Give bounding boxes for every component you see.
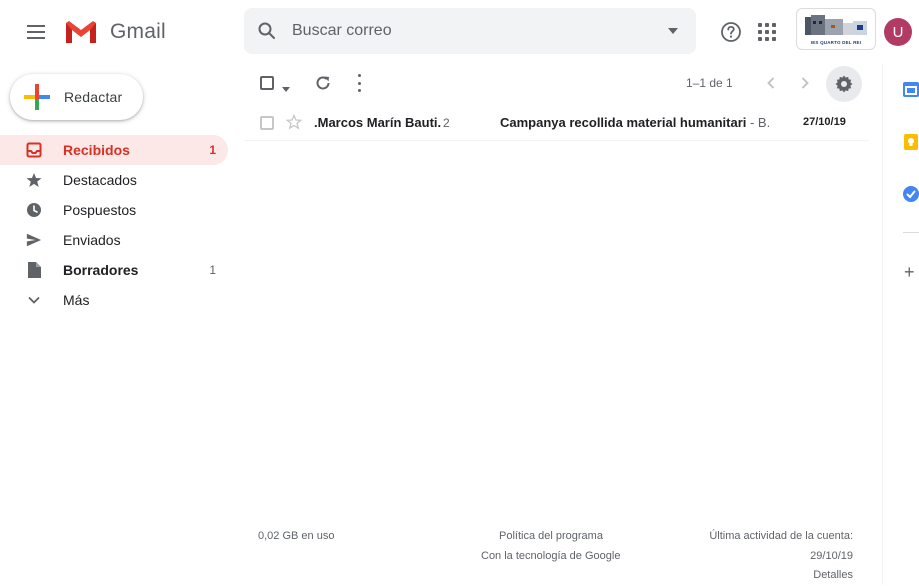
apps-grid-icon[interactable] <box>753 18 781 46</box>
next-page-icon[interactable] <box>796 74 814 92</box>
account-avatar[interactable]: U <box>884 18 912 46</box>
email-row[interactable]: .Marcos Marín Bauti. 2 Campanya recollid… <box>244 105 869 141</box>
app-name: Gmail <box>110 20 166 43</box>
storage-usage[interactable]: 0,02 GB en uso <box>258 530 334 542</box>
star-icon <box>26 172 42 188</box>
keep-icon[interactable] <box>903 134 919 150</box>
compose-plus-icon <box>10 74 64 120</box>
email-subject-line: Campanya recollida material humanitari -… <box>500 115 770 130</box>
nav-label: Borradores <box>63 262 139 278</box>
compose-button[interactable]: Redactar <box>10 74 143 120</box>
search-input[interactable] <box>290 21 650 41</box>
select-all-checkbox[interactable] <box>260 76 274 90</box>
nav-item-inbox[interactable]: Recibidos 1 <box>0 135 228 165</box>
previous-page-icon[interactable] <box>762 74 780 92</box>
draft-count: 1 <box>209 263 216 277</box>
side-panel-divider <box>903 232 919 233</box>
nav-item-starred[interactable]: Destacados <box>0 165 228 195</box>
compose-label: Redactar <box>64 89 123 105</box>
add-addon-icon[interactable]: + <box>904 263 915 281</box>
search-options-icon[interactable] <box>650 8 696 54</box>
page-footer: 0,02 GB en uso Política del programa Con… <box>244 526 869 586</box>
side-panel: + <box>882 64 919 585</box>
program-policy-link[interactable]: Política del programa <box>499 530 603 542</box>
tasks-icon[interactable] <box>903 186 919 202</box>
refresh-icon[interactable] <box>314 74 332 92</box>
nav-label: Pospuestos <box>63 202 137 218</box>
draft-icon <box>26 262 42 278</box>
email-snippet: - B.. <box>749 115 770 130</box>
settings-gear-icon[interactable] <box>826 66 862 102</box>
unread-count: 1 <box>209 143 216 157</box>
select-options-icon[interactable] <box>282 79 290 97</box>
top-bar: Gmail Buscar correo IES QUARTO DEL REI U <box>0 0 919 64</box>
star-outline-icon[interactable] <box>285 113 303 135</box>
list-toolbar: 1–1 de 1 <box>244 66 869 102</box>
gmail-logo[interactable]: Gmail <box>64 18 166 46</box>
nav-item-more[interactable]: Más <box>0 285 228 315</box>
search-bar[interactable] <box>244 8 696 54</box>
nav-item-snoozed[interactable]: Pospuestos <box>0 195 228 225</box>
send-icon <box>26 232 42 248</box>
search-icon[interactable] <box>244 8 290 54</box>
organization-logo[interactable]: IES QUARTO DEL REI <box>796 8 876 50</box>
clock-icon <box>26 202 42 218</box>
thread-count: 2 <box>443 116 450 130</box>
nav-label: Enviados <box>63 232 121 248</box>
nav-item-drafts[interactable]: Borradores 1 <box>0 255 228 285</box>
details-link[interactable]: Detalles <box>813 569 853 581</box>
more-options-icon[interactable] <box>356 74 362 92</box>
pagination-range: 1–1 de 1 <box>686 76 733 90</box>
nav-label: Destacados <box>63 172 137 188</box>
email-sender: .Marcos Marín Bauti. <box>314 115 442 130</box>
organization-logo-text: IES QUARTO DEL REI <box>810 40 862 45</box>
nav-label: Más <box>63 292 90 308</box>
inbox-icon <box>26 142 42 158</box>
calendar-icon[interactable] <box>903 81 919 97</box>
email-subject: Campanya recollida material humanitari <box>500 115 747 130</box>
nav-label: Recibidos <box>63 142 130 158</box>
chevron-down-icon <box>26 292 42 308</box>
powered-by-text: Con la tecnología de Google <box>481 550 621 562</box>
school-building-icon <box>805 15 867 35</box>
help-icon[interactable] <box>717 18 745 46</box>
last-activity-date: 29/10/19 <box>810 550 853 562</box>
gmail-m-icon <box>66 21 96 43</box>
email-date: 27/10/19 <box>803 116 846 128</box>
main-menu-icon[interactable] <box>24 20 48 44</box>
folder-nav: Recibidos 1 Destacados Pospuestos Enviad… <box>0 135 228 315</box>
email-checkbox[interactable] <box>260 116 274 130</box>
nav-item-sent[interactable]: Enviados <box>0 225 228 255</box>
email-list: .Marcos Marín Bauti. 2 Campanya recollid… <box>244 105 869 141</box>
last-activity-label: Última actividad de la cuenta: <box>709 530 853 542</box>
